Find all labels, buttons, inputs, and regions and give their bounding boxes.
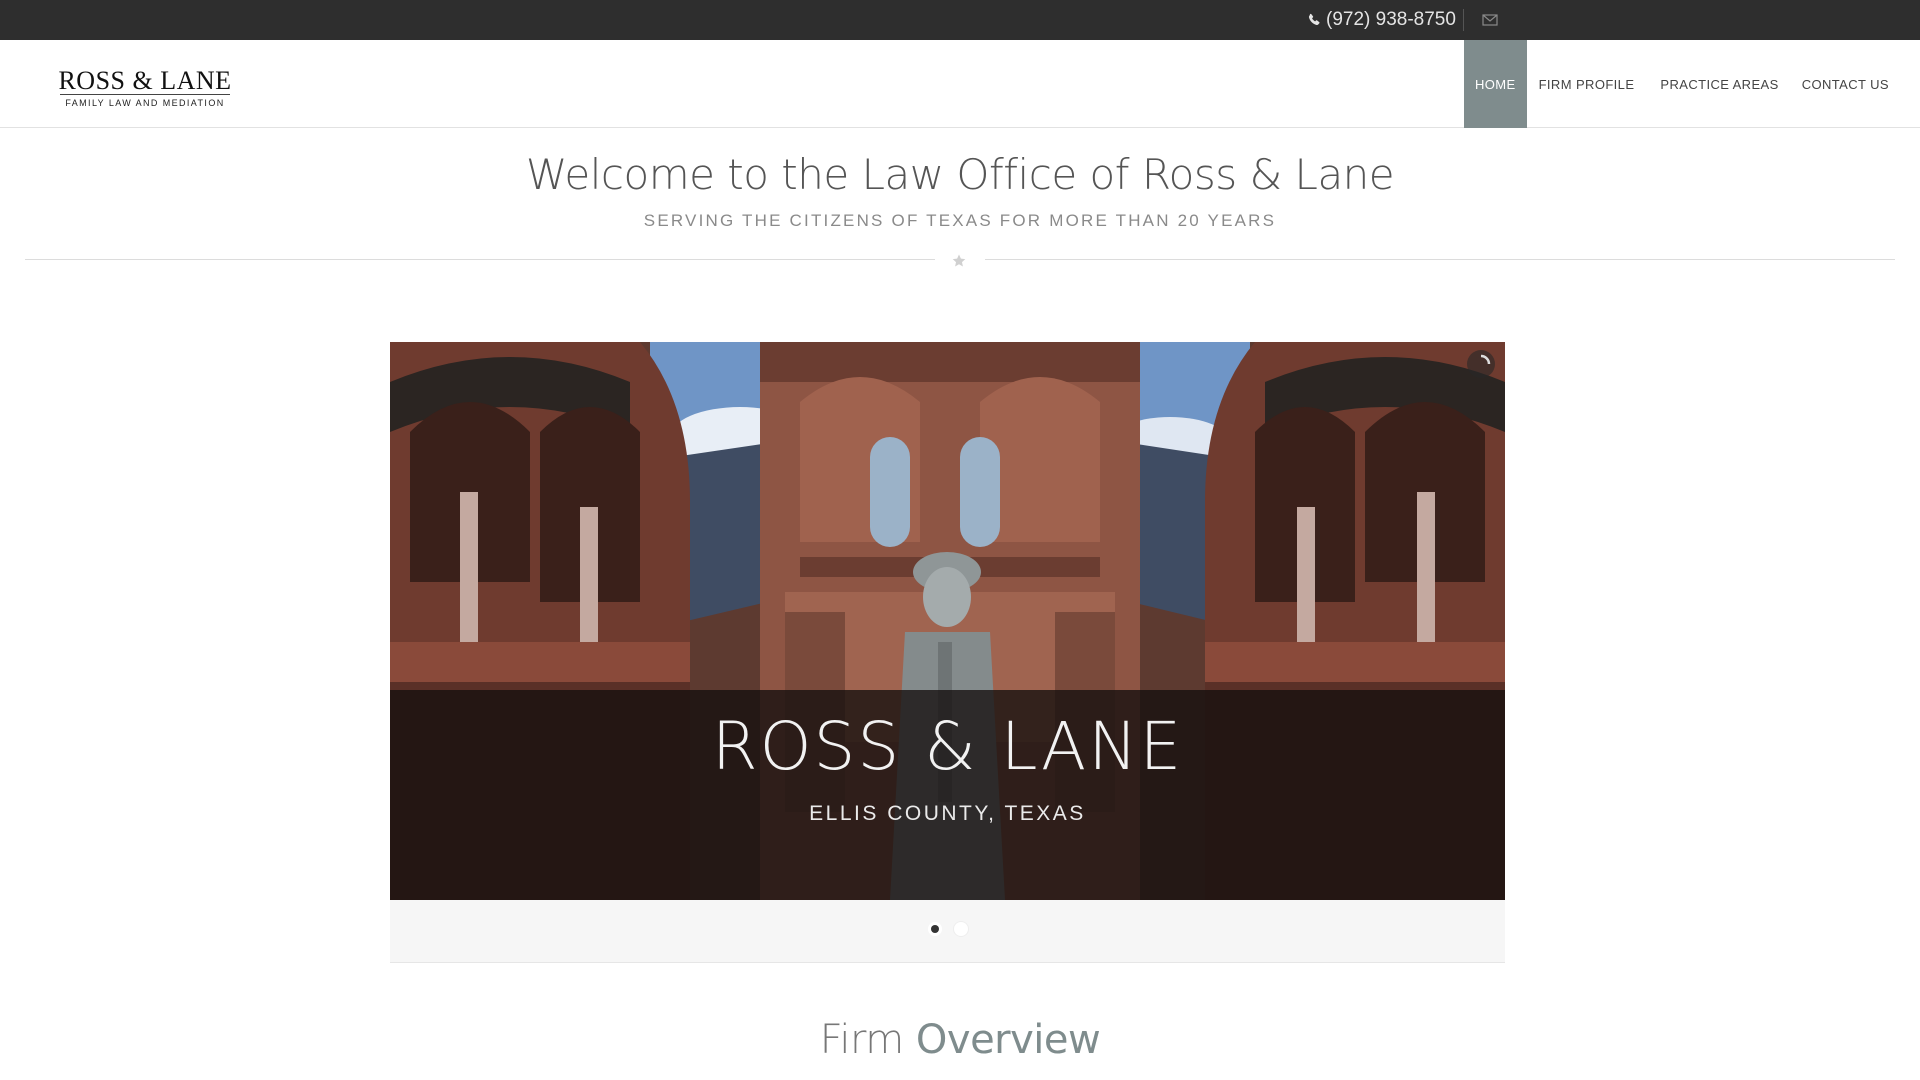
slide-subtitle: ELLIS COUNTY, TEXAS — [809, 802, 1086, 825]
nav-item-firm-profile[interactable]: FIRM PROFILE — [1528, 40, 1646, 128]
divider-line-left — [25, 259, 935, 260]
nav-item-contact-us[interactable]: CONTACT US — [1791, 40, 1900, 128]
page-title: Welcome to the Law Office of Ross & Lane — [525, 150, 1395, 199]
logo-rule — [60, 94, 230, 95]
slider-dot-1[interactable] — [928, 922, 942, 936]
site-header: ROSS & LANE FAMILY LAW AND MEDIATION HOM… — [0, 40, 1920, 128]
star-icon — [952, 254, 966, 267]
logo-tagline: FAMILY LAW AND MEDIATION — [65, 98, 225, 108]
slide-caption: ROSS & LANE ELLIS COUNTY, TEXAS — [390, 690, 1505, 900]
top-bar: (972) 938-8750 — [0, 0, 1920, 40]
phone-link[interactable]: (972) 938-8750 — [1307, 0, 1456, 40]
section-heading-overview: Firm Overview — [0, 1017, 1920, 1063]
page-subtitle: SERVING THE CITIZENS OF TEXAS FOR MORE T… — [643, 211, 1277, 230]
hero-slider[interactable]: ROSS & LANE ELLIS COUNTY, TEXAS — [390, 342, 1505, 900]
overview-heading-light: Firm — [819, 1017, 904, 1063]
logo-name: ROSS & LANE — [58, 66, 232, 95]
envelope-icon[interactable] — [1482, 13, 1498, 27]
topbar-separator — [1463, 9, 1464, 31]
nav-item-practice-areas[interactable]: PRACTICE AREAS — [1649, 40, 1789, 128]
slide-title: ROSS & LANE — [711, 708, 1184, 785]
nav-item-home[interactable]: HOME — [1463, 40, 1527, 128]
overview-heading-strong: Overview — [915, 1017, 1101, 1063]
divider-line-right — [985, 259, 1895, 260]
phone-number[interactable]: (972) 938-8750 — [1326, 9, 1456, 31]
slider-loading-icon — [1467, 350, 1495, 378]
site-logo[interactable]: ROSS & LANE FAMILY LAW AND MEDIATION — [20, 60, 270, 116]
main-nav: HOME FIRM PROFILE PRACTICE AREAS CONTACT… — [1463, 40, 1900, 128]
slider-dot-2[interactable] — [954, 922, 968, 936]
slider-pager-bar — [390, 900, 1505, 963]
phone-icon — [1308, 13, 1320, 26]
